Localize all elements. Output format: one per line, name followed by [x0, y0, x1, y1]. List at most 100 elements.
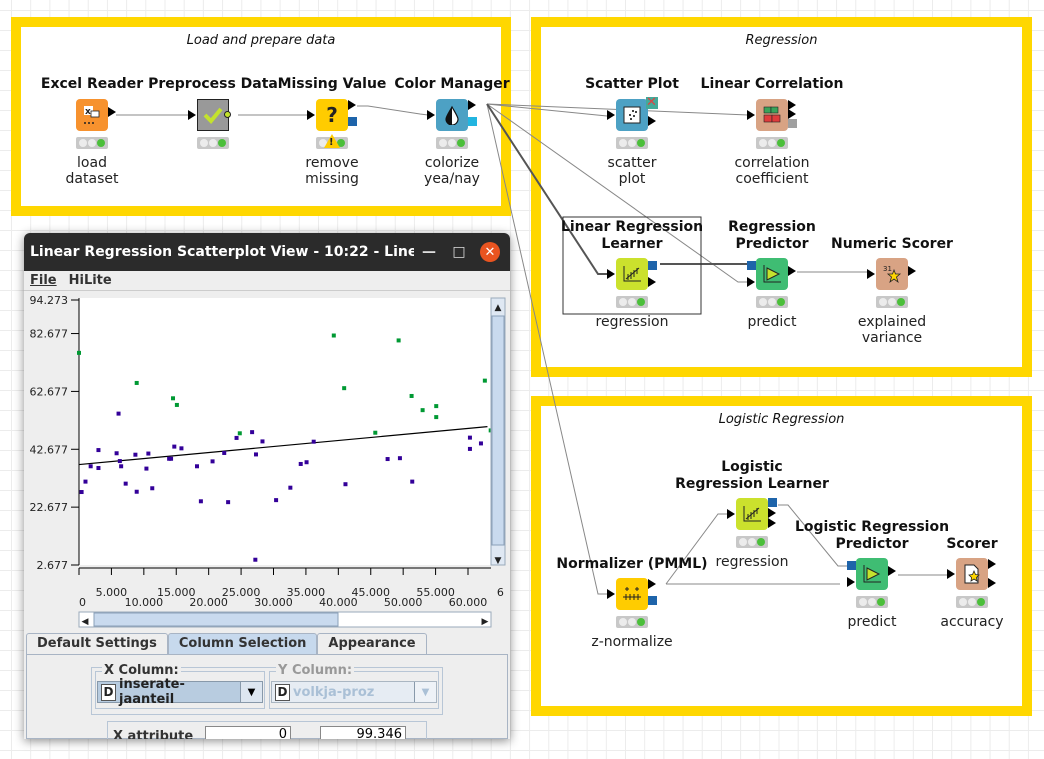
- tab-column-selection[interactable]: Column Selection: [167, 633, 318, 655]
- node-label[interactable]: z-normalize: [562, 634, 702, 650]
- data-point-yea[interactable]: [171, 396, 176, 401]
- node-label[interactable]: load dataset: [22, 155, 162, 187]
- data-point-nay[interactable]: [234, 435, 239, 440]
- model-output-port[interactable]: [468, 117, 477, 126]
- predictor-icon[interactable]: [856, 558, 888, 590]
- output-port[interactable]: [788, 266, 796, 276]
- regression-chart-icon[interactable]: [616, 258, 648, 290]
- data-point-nay[interactable]: [478, 441, 483, 446]
- data-point-nay[interactable]: [96, 448, 101, 453]
- data-point-nay[interactable]: [179, 446, 184, 451]
- menu-hilite[interactable]: HiLite: [69, 273, 112, 288]
- data-point-yea[interactable]: [420, 408, 425, 413]
- input-port[interactable]: [307, 110, 315, 120]
- output-port[interactable]: [648, 116, 656, 126]
- node-label[interactable]: colorize yea/nay: [382, 155, 522, 187]
- output-port[interactable]: [988, 559, 996, 569]
- input-port[interactable]: [188, 110, 196, 120]
- node-label[interactable]: remove missing: [262, 155, 402, 187]
- output-port[interactable]: [888, 566, 896, 576]
- scroll-left-arrow-icon[interactable]: ◀: [82, 617, 89, 627]
- data-point-nay[interactable]: [274, 498, 279, 503]
- regression-chart-icon[interactable]: [736, 498, 768, 530]
- node-label[interactable]: scatter plot: [562, 155, 702, 187]
- minimize-button[interactable]: —: [414, 244, 444, 260]
- data-point-nay[interactable]: [96, 466, 101, 471]
- matrix-icon[interactable]: [756, 99, 788, 131]
- data-point-yea[interactable]: [409, 393, 414, 398]
- node-label[interactable]: predict: [702, 314, 842, 330]
- data-point-yea[interactable]: [174, 402, 179, 407]
- data-point-yea[interactable]: [396, 338, 401, 343]
- x-attribute-min-field[interactable]: 0: [205, 726, 291, 739]
- output-port[interactable]: [908, 266, 916, 276]
- data-point-nay[interactable]: [117, 459, 122, 464]
- data-point-nay[interactable]: [385, 457, 390, 462]
- data-point-nay[interactable]: [253, 452, 258, 457]
- question-icon[interactable]: ?: [316, 99, 348, 131]
- output-port[interactable]: [788, 109, 796, 119]
- scroll-right-arrow-icon[interactable]: ▶: [482, 617, 489, 627]
- data-point-yea[interactable]: [482, 378, 487, 383]
- data-point-nay[interactable]: [198, 499, 203, 504]
- model-input-port[interactable]: [847, 561, 856, 570]
- data-point-yea[interactable]: [77, 350, 81, 355]
- data-point-nay[interactable]: [116, 411, 121, 416]
- data-point-nay[interactable]: [298, 461, 303, 466]
- vertical-scrollbar-thumb[interactable]: [491, 315, 505, 546]
- node-label[interactable]: regression: [682, 554, 822, 570]
- excel-icon[interactable]: x: [76, 99, 108, 131]
- data-point-nay[interactable]: [467, 435, 472, 440]
- predictor-icon[interactable]: [756, 258, 788, 290]
- data-point-nay[interactable]: [397, 456, 402, 461]
- data-point-nay[interactable]: [133, 452, 138, 457]
- data-point-nay[interactable]: [83, 479, 88, 484]
- x-attribute-max-field[interactable]: 99.346: [320, 726, 406, 739]
- input-port[interactable]: [727, 509, 735, 519]
- output-port[interactable]: [348, 100, 356, 110]
- model-output-port[interactable]: [788, 119, 797, 128]
- scroll-up-arrow-icon[interactable]: ▲: [495, 303, 502, 313]
- data-point-nay[interactable]: [194, 464, 199, 469]
- data-point-nay[interactable]: [134, 489, 139, 494]
- data-point-nay[interactable]: [146, 451, 151, 456]
- maximize-button[interactable]: □: [444, 244, 474, 260]
- window-titlebar[interactable]: Linear Regression Scatterplot View - 10:…: [24, 233, 510, 271]
- data-point-nay[interactable]: [288, 485, 293, 490]
- data-point-nay[interactable]: [410, 479, 415, 484]
- model-output-port[interactable]: [648, 261, 657, 270]
- scorer-star-icon[interactable]: 31: [876, 258, 908, 290]
- data-point-yea[interactable]: [342, 386, 347, 391]
- input-port[interactable]: [947, 569, 955, 579]
- input-port[interactable]: [747, 277, 755, 287]
- close-button[interactable]: ✕: [480, 242, 500, 262]
- input-port[interactable]: [607, 589, 615, 599]
- node-label[interactable]: accuracy: [902, 614, 1042, 630]
- horizontal-scrollbar-thumb[interactable]: [93, 612, 339, 627]
- output-port[interactable]: [648, 579, 656, 589]
- data-point-nay[interactable]: [250, 430, 255, 435]
- normalizer-icon[interactable]: [616, 578, 648, 610]
- data-point-nay[interactable]: [114, 451, 119, 456]
- output-port[interactable]: [988, 578, 996, 588]
- node-label[interactable]: explained variance: [822, 314, 962, 346]
- warning-icon[interactable]: !: [324, 134, 340, 148]
- chevron-down-icon[interactable]: ▼: [240, 682, 262, 702]
- data-point-nay[interactable]: [119, 464, 124, 469]
- output-port[interactable]: [648, 277, 656, 287]
- data-point-nay[interactable]: [88, 464, 93, 469]
- menu-file[interactable]: File: [30, 273, 57, 288]
- data-point-yea[interactable]: [134, 380, 139, 385]
- input-port[interactable]: [607, 269, 615, 279]
- data-point-nay[interactable]: [169, 456, 174, 461]
- data-point-nay[interactable]: [260, 439, 265, 444]
- scatter-icon[interactable]: [616, 99, 648, 131]
- output-port[interactable]: [768, 508, 776, 518]
- scatter-plot[interactable]: 94.273 82.677 62.677 42.677 22.677 2.677 5.000…: [24, 291, 510, 631]
- node-label[interactable]: regression: [562, 314, 702, 330]
- model-input-port[interactable]: [747, 261, 756, 270]
- droplet-icon[interactable]: [436, 99, 468, 131]
- data-point-nay[interactable]: [222, 450, 227, 455]
- data-point-nay[interactable]: [144, 466, 149, 471]
- input-port[interactable]: [747, 110, 755, 120]
